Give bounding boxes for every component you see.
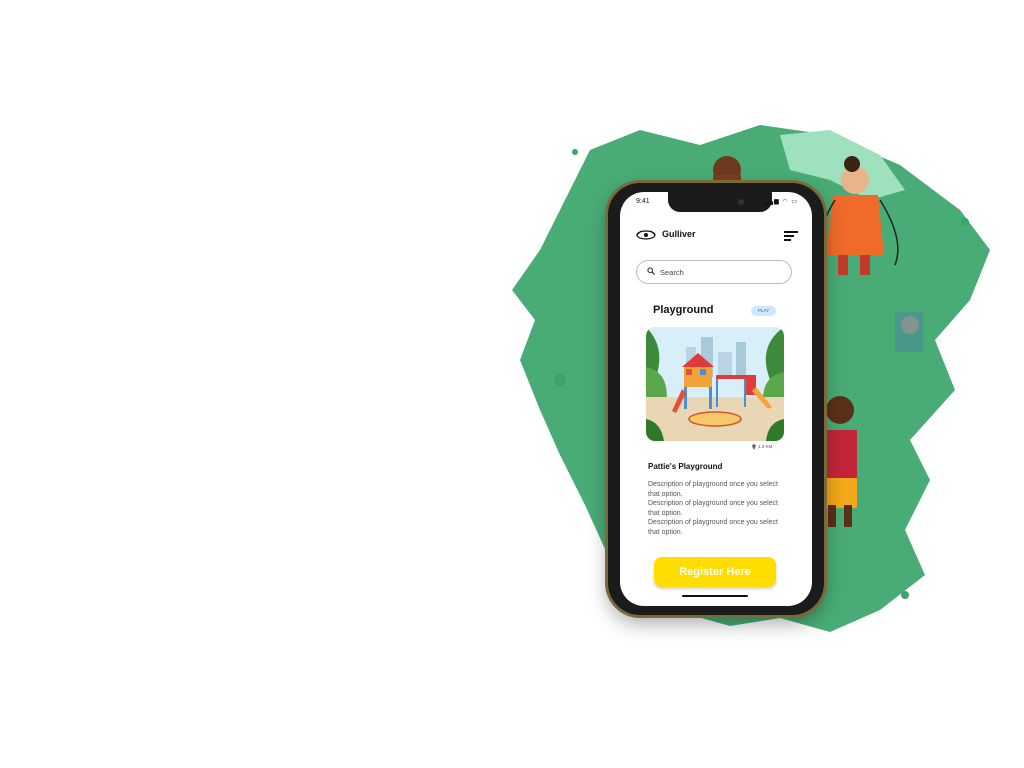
register-button[interactable]: Register Here: [654, 557, 776, 587]
logo-icon: [636, 230, 656, 240]
description-line: Description of playground once you selec…: [648, 500, 778, 517]
distance-label: 1.3 KM: [752, 444, 772, 450]
home-indicator: [682, 595, 748, 597]
place-description: Description of playground once you selec…: [648, 480, 788, 537]
app-brand-name: Gulliver: [662, 229, 696, 239]
section-title: Playground: [653, 304, 714, 316]
menu-icon[interactable]: [784, 231, 798, 241]
distance-value: 1.3 KM: [758, 444, 773, 450]
phone-notch: [668, 192, 772, 212]
phone-screen: 9:41 ▂▄▆ ◠ ▭ Gulliver Playground PLAY: [620, 192, 812, 606]
description-line: Description of playground once you selec…: [648, 519, 778, 536]
app-header: Gulliver: [636, 228, 798, 244]
description-line: Description of playground once you selec…: [648, 481, 778, 498]
search-bar: [636, 260, 792, 284]
playground-image[interactable]: [646, 327, 784, 441]
camera-icon: [738, 199, 744, 205]
status-time: 9:41: [636, 198, 650, 205]
place-name: Pattie's Playground: [648, 462, 723, 471]
search-icon: [647, 267, 655, 275]
status-icons: ▂▄▆ ◠ ▭: [763, 199, 798, 205]
background-splash: [512, 125, 990, 632]
pin-icon: [752, 444, 756, 450]
phone-frame: 9:41 ▂▄▆ ◠ ▭ Gulliver Playground PLAY: [608, 183, 824, 615]
category-badge[interactable]: PLAY: [751, 306, 776, 316]
search-input[interactable]: [658, 264, 782, 280]
